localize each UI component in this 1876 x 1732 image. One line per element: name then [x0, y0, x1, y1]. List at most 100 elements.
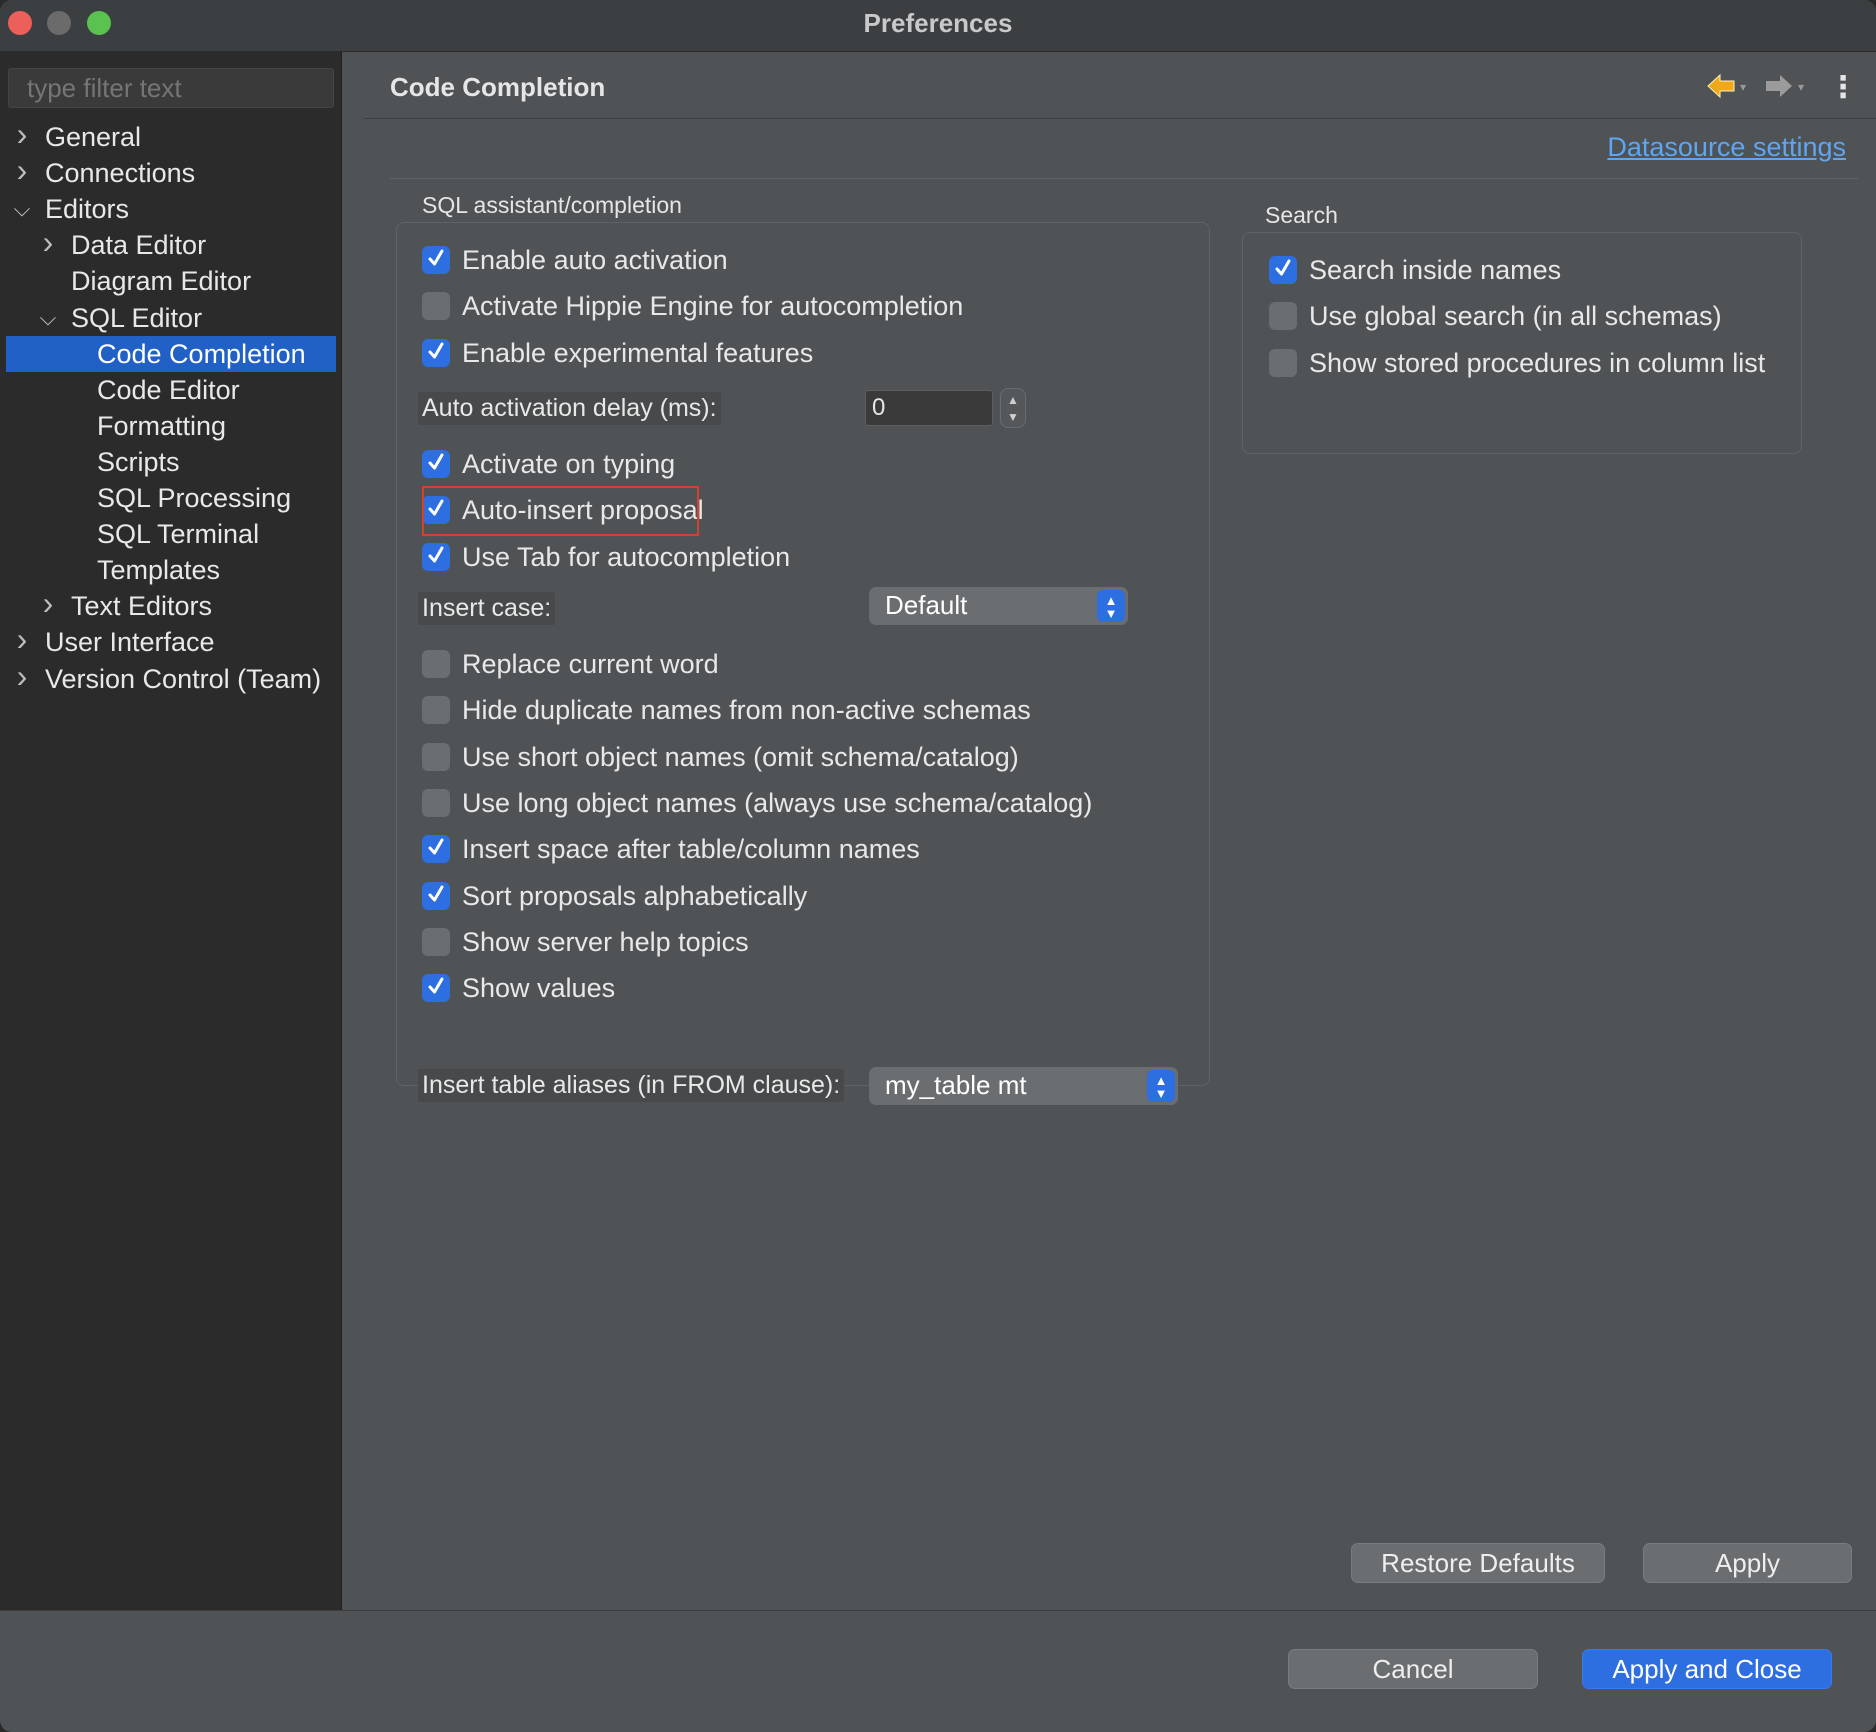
checkbox-use-global-search-in-all-schemas[interactable]: Use global search (in all schemas) [1269, 298, 1876, 334]
chevron-right-icon[interactable]: › [12, 658, 32, 694]
datasource-settings-link[interactable]: Datasource settings [1607, 132, 1846, 163]
checkbox-unchecked-icon[interactable] [422, 696, 450, 725]
checkbox-label: Use global search (in all schemas) [1309, 301, 1722, 332]
checkbox-activate-on-typing[interactable]: Activate on typing [422, 446, 1042, 482]
cancel-button[interactable]: Cancel [1288, 1649, 1538, 1689]
tree-item-label: SQL Terminal [97, 519, 260, 550]
checkbox-checked-icon[interactable] [422, 835, 450, 864]
insert-case-select[interactable]: Default ▲ ▼ [869, 587, 1128, 625]
chevron-down-icon[interactable]: ⌵ [38, 300, 58, 336]
apply-and-close-button[interactable]: Apply and Close [1582, 1649, 1832, 1689]
tree-item-label: SQL Processing [97, 483, 292, 513]
checkbox-checked-icon[interactable] [422, 338, 450, 367]
checkbox-use-long-object-names-always-use-schema-catalog[interactable]: Use long object names (always use schema… [422, 785, 1092, 821]
preferences-sidebar: ›General›Connections⌵Editors›Data Editor… [0, 52, 342, 1610]
checkbox-replace-current-word[interactable]: Replace current word [422, 646, 1042, 682]
tree-item-label: Code Completion [97, 338, 306, 369]
tree-item-code-editor[interactable]: Code Editor [6, 372, 336, 408]
checkbox-unchecked-icon[interactable] [422, 927, 450, 956]
chevron-right-icon[interactable]: › [38, 585, 58, 621]
checkbox-sort-proposals-alphabetically[interactable]: Sort proposals alphabetically [422, 878, 1042, 914]
tree-item-text-editors[interactable]: › Text Editors [6, 585, 336, 624]
checkbox-label: Enable auto activation [462, 245, 728, 275]
tree-item-code-completion[interactable]: Code Completion [6, 335, 336, 372]
tree-item-scripts[interactable]: Scripts [6, 444, 336, 480]
checkbox-enable-auto-activation[interactable]: Enable auto activation [422, 242, 1042, 278]
chevron-right-icon[interactable]: › [12, 621, 32, 657]
chevron-right-icon[interactable]: › [38, 224, 58, 260]
filter-input[interactable] [8, 68, 334, 108]
tree-item-sql-terminal[interactable]: SQL Terminal [6, 516, 336, 552]
checkbox-unchecked-icon[interactable] [1269, 348, 1297, 377]
tree-item-label: Code Editor [97, 374, 240, 405]
insert-case-value: Default [885, 590, 968, 620]
delay-stepper[interactable]: ▲ ▼ [1000, 388, 1026, 428]
tree-item-user-interface[interactable]: › User Interface [6, 621, 336, 660]
tree-item-diagram-editor[interactable]: Diagram Editor [6, 263, 336, 299]
checkbox-unchecked-icon[interactable] [422, 788, 450, 817]
checkbox-use-tab-for-autocompletion[interactable]: Use Tab for autocompletion [422, 539, 1042, 575]
checkbox-checked-icon[interactable] [422, 246, 450, 274]
checkbox-show-stored-procedures-in-column-list[interactable]: Show stored procedures in column list [1269, 345, 1876, 381]
tree-item-connections[interactable]: › Connections [6, 152, 336, 191]
checkbox-label: Activate on typing [462, 449, 676, 479]
forward-arrow-icon[interactable] [1764, 72, 1794, 107]
window-title: Preferences [863, 8, 1013, 38]
nav-toolbar: ▾ ▾ ⋮ [1706, 71, 1858, 107]
auto-activation-delay-input[interactable] [865, 390, 993, 426]
tree-item-label: Connections [45, 158, 196, 189]
checkbox-label: Search inside names [1309, 255, 1562, 285]
checkbox-checked-icon[interactable] [422, 450, 450, 478]
checkbox-label: Use short object names (omit schema/cata… [462, 741, 1019, 772]
tree-item-sql-editor[interactable]: ⌵ SQL Editor [6, 300, 336, 336]
checkbox-unchecked-icon[interactable] [422, 650, 450, 678]
apply-button[interactable]: Apply [1643, 1543, 1852, 1583]
checkbox-label: Use long object names (always use schema… [462, 787, 1093, 818]
checkbox-activate-hippie-engine-for-autocompletion[interactable]: Activate Hippie Engine for autocompletio… [422, 288, 1042, 324]
checkbox-search-inside-names[interactable]: Search inside names [1269, 252, 1876, 288]
chevron-right-icon[interactable]: › [12, 116, 32, 152]
header-divider [364, 118, 1876, 119]
table-aliases-select[interactable]: my_table mt ▲ ▼ [869, 1067, 1178, 1105]
tree-item-label: Version Control (Team) [45, 663, 322, 694]
tree-item-general[interactable]: › General [6, 116, 336, 155]
auto-activation-delay-label: Auto activation delay (ms): [418, 392, 721, 425]
checkbox-checked-icon[interactable] [1269, 256, 1297, 284]
checkbox-use-short-object-names-omit-schema-catalog[interactable]: Use short object names (omit schema/cata… [422, 739, 1042, 775]
select-arrows-icon: ▲ ▼ [1147, 1070, 1175, 1102]
main-panel: Code Completion ▾ ▾ ⋮ Datasource setting… [364, 52, 1876, 1610]
stepper-up-icon[interactable]: ▲ [1001, 393, 1025, 407]
title-bar: Preferences [0, 0, 1876, 52]
tree-item-version-control-team[interactable]: › Version Control (Team) [6, 658, 336, 697]
tree-item-label: Editors [45, 194, 130, 225]
forward-dropdown-icon[interactable]: ▾ [1798, 80, 1804, 94]
page-title: Code Completion [390, 72, 606, 102]
restore-defaults-button[interactable]: Restore Defaults [1351, 1543, 1605, 1583]
chevron-right-icon[interactable]: › [12, 152, 32, 188]
checkbox-label: Insert space after table/column names [462, 834, 920, 865]
checkbox-unchecked-icon[interactable] [1269, 302, 1297, 331]
checkbox-unchecked-icon[interactable] [422, 742, 450, 771]
table-aliases-label: Insert table aliases (in FROM clause): [418, 1069, 845, 1102]
checkbox-label: Replace current word [462, 649, 719, 679]
checkbox-checked-icon[interactable] [422, 542, 450, 571]
tree-item-templates[interactable]: Templates [6, 552, 336, 588]
back-arrow-icon[interactable] [1706, 72, 1736, 107]
checkbox-checked-icon[interactable] [422, 974, 450, 1003]
stepper-down-icon[interactable]: ▼ [1001, 410, 1025, 424]
checkbox-enable-experimental-features[interactable]: Enable experimental features [422, 335, 1042, 371]
checkbox-unchecked-icon[interactable] [422, 292, 450, 321]
tree-item-editors[interactable]: ⌵ Editors [6, 191, 336, 227]
tree-item-label: Formatting [97, 410, 227, 441]
checkbox-insert-space-after-table-column-names[interactable]: Insert space after table/column names [422, 831, 1042, 867]
checkbox-show-server-help-topics[interactable]: Show server help topics [422, 924, 1042, 960]
checkbox-checked-icon[interactable] [422, 881, 450, 910]
chevron-down-icon[interactable]: ⌵ [12, 191, 32, 227]
tree-item-data-editor[interactable]: › Data Editor [6, 224, 336, 263]
tree-item-sql-processing[interactable]: SQL Processing [6, 480, 336, 516]
back-dropdown-icon[interactable]: ▾ [1740, 80, 1746, 94]
tree-item-formatting[interactable]: Formatting [6, 408, 336, 444]
checkbox-hide-duplicate-names-from-non-active-schemas[interactable]: Hide duplicate names from non-active sch… [422, 692, 1042, 728]
checkbox-show-values[interactable]: Show values [422, 970, 1042, 1006]
vertical-dots-icon[interactable]: ⋮ [1828, 70, 1858, 105]
